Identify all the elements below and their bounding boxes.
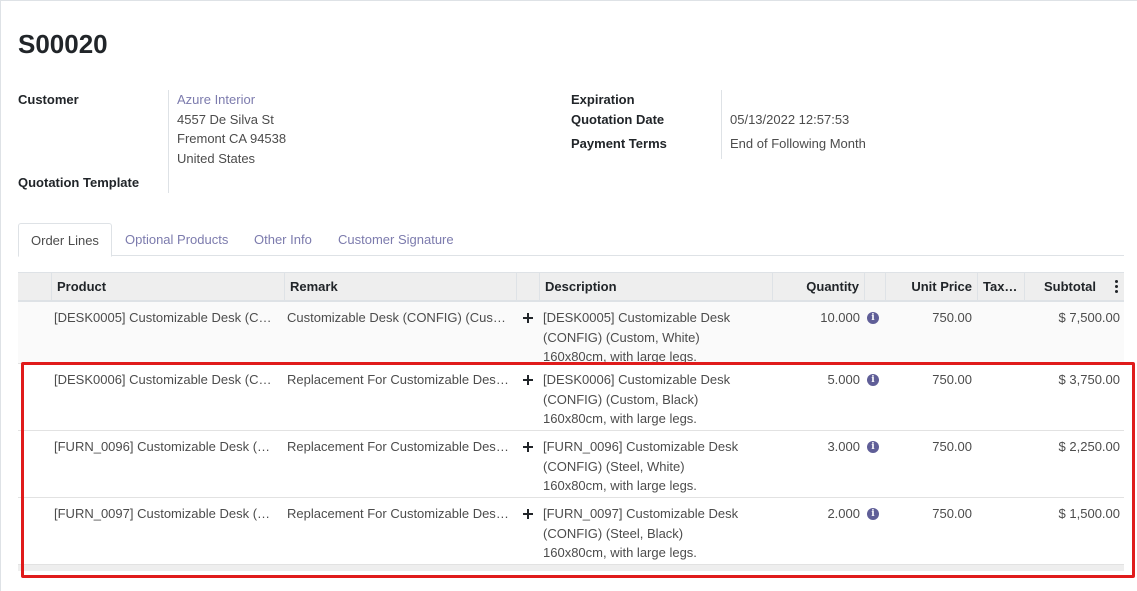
header-config-column bbox=[516, 273, 539, 301]
plus-icon[interactable] bbox=[523, 442, 533, 452]
right-group-divider bbox=[721, 90, 722, 159]
line-description: [DESK0005] Customizable Desk (CONFIG) (Cu… bbox=[543, 310, 731, 364]
table-row[interactable]: [FURN_0097] Customizable Desk (CONFIG) (… bbox=[18, 498, 1124, 565]
payment-terms-label: Payment Terms bbox=[571, 136, 667, 151]
info-icon[interactable]: i bbox=[867, 441, 879, 453]
tab-customer-signature[interactable]: Customer Signature bbox=[326, 223, 466, 257]
table-row[interactable]: [FURN_0096] Customizable Desk (CONFIG) (… bbox=[18, 431, 1124, 498]
header-quantity[interactable]: Quantity bbox=[772, 273, 864, 301]
line-subtotal: $ 2,250.00 bbox=[1058, 439, 1120, 454]
form-sheet: S00020 Customer Azure Interior 4557 De S… bbox=[0, 0, 1137, 591]
quotation-date-label: Quotation Date bbox=[571, 112, 665, 127]
quotation-date-value[interactable]: 05/13/2022 12:57:53 bbox=[730, 112, 849, 127]
line-unit-price: 750.00 bbox=[932, 506, 972, 521]
header-unit-price[interactable]: Unit Price bbox=[885, 273, 977, 301]
payment-terms-value[interactable]: End of Following Month bbox=[730, 136, 866, 151]
header-remark[interactable]: Remark bbox=[284, 273, 516, 301]
line-quantity: 5.000 bbox=[827, 372, 860, 387]
record-title: S00020 bbox=[18, 29, 108, 59]
notebook-tabs: Order Lines Optional Products Other Info… bbox=[18, 223, 1124, 257]
line-quantity: 3.000 bbox=[827, 439, 860, 454]
line-unit-price: 750.00 bbox=[932, 372, 972, 387]
line-product: [FURN_0097] Customizable Desk (CONFIG) (… bbox=[54, 506, 277, 521]
quotation-template-label: Quotation Template bbox=[18, 175, 140, 190]
line-unit-price: 750.00 bbox=[932, 439, 972, 454]
line-quantity: 2.000 bbox=[827, 506, 860, 521]
line-remark: Customizable Desk (CONFIG) (Custom, Whit… bbox=[287, 310, 509, 325]
order-lines-table: Product Remark Description Quantity Unit… bbox=[18, 272, 1124, 571]
line-remark: Replacement For Customizable Desk (CONFI… bbox=[287, 506, 509, 521]
info-icon[interactable]: i bbox=[867, 508, 879, 520]
customer-link[interactable]: Azure Interior bbox=[177, 92, 255, 107]
header-taxes[interactable]: Tax… bbox=[977, 273, 1024, 301]
line-remark: Replacement For Customizable Desk (CONFI… bbox=[287, 372, 509, 387]
customer-label: Customer bbox=[18, 92, 79, 107]
plus-icon[interactable] bbox=[523, 375, 533, 385]
header-product[interactable]: Product bbox=[51, 273, 284, 301]
tab-order-lines[interactable]: Order Lines bbox=[18, 223, 112, 257]
info-icon[interactable]: i bbox=[867, 374, 879, 386]
header-handle-column bbox=[18, 273, 51, 301]
line-subtotal: $ 7,500.00 bbox=[1058, 310, 1120, 325]
table-header: Product Remark Description Quantity Unit… bbox=[18, 272, 1124, 302]
customer-address-line3: United States bbox=[177, 151, 256, 166]
line-subtotal: $ 1,500.00 bbox=[1058, 506, 1120, 521]
line-unit-price: 750.00 bbox=[932, 310, 972, 325]
line-subtotal: $ 3,750.00 bbox=[1058, 372, 1120, 387]
line-quantity: 10.000 bbox=[820, 310, 860, 325]
line-product: [DESK0006] Customizable Desk (CONFIG) (C… bbox=[54, 372, 277, 387]
customer-address-line2: Fremont CA 94538 bbox=[177, 131, 287, 146]
tab-other-info[interactable]: Other Info bbox=[242, 223, 324, 257]
left-group-divider bbox=[168, 90, 169, 193]
table-row[interactable]: [DESK0006] Customizable Desk (CONFIG) (C… bbox=[18, 364, 1124, 431]
line-product: [FURN_0096] Customizable Desk (CONFIG) (… bbox=[54, 439, 277, 454]
table-footer bbox=[18, 565, 1124, 571]
info-icon[interactable]: i bbox=[867, 312, 879, 324]
optional-columns-icon[interactable] bbox=[1115, 280, 1118, 294]
plus-icon[interactable] bbox=[523, 313, 533, 323]
tab-optional-products[interactable]: Optional Products bbox=[113, 223, 240, 257]
expiration-label: Expiration bbox=[571, 92, 635, 107]
line-description: [FURN_0096] Customizable Desk (CONFIG) (S… bbox=[543, 439, 739, 493]
customer-address-line1: 4557 De Silva St bbox=[177, 112, 274, 127]
line-description: [FURN_0097] Customizable Desk (CONFIG) (S… bbox=[543, 506, 739, 560]
table-row[interactable]: [DESK0005] Customizable Desk (CONFIG) (C… bbox=[18, 302, 1124, 364]
line-description: [DESK0006] Customizable Desk (CONFIG) (Cu… bbox=[543, 372, 731, 426]
header-description[interactable]: Description bbox=[539, 273, 772, 301]
header-subtotal[interactable]: Subtotal bbox=[1024, 273, 1124, 301]
plus-icon[interactable] bbox=[523, 509, 533, 519]
header-qty-info-column bbox=[864, 273, 885, 301]
line-remark: Replacement For Customizable Desk (CONFI… bbox=[287, 439, 509, 454]
line-product: [DESK0005] Customizable Desk (CONFIG) (C… bbox=[54, 310, 277, 325]
